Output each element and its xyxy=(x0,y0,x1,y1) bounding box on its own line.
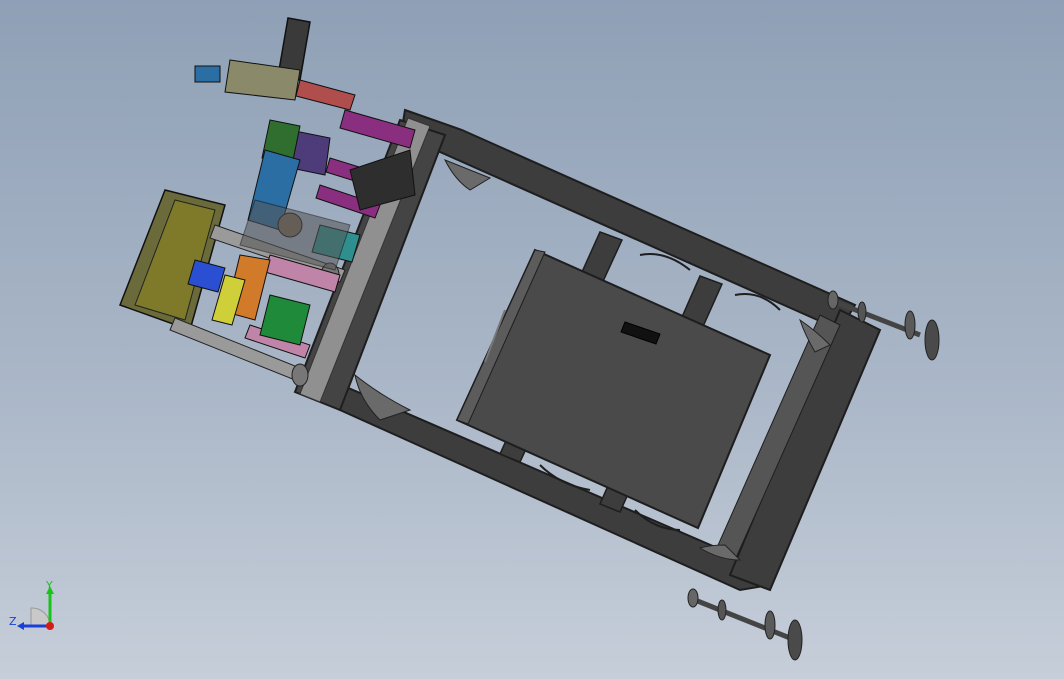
cad-viewport[interactable]: Y Z xyxy=(0,0,1064,679)
y-axis-label: Y xyxy=(45,579,53,592)
panel-face xyxy=(455,248,772,530)
orientation-triad[interactable]: Y Z xyxy=(6,578,66,638)
leveling-foot-bottom xyxy=(687,588,803,661)
center-panel xyxy=(455,248,772,530)
cylinder-end-2 xyxy=(291,363,309,387)
red-bracket xyxy=(295,79,356,111)
top-blue-block xyxy=(194,65,221,83)
z-axis-arrow xyxy=(17,622,24,630)
x-axis-dot xyxy=(46,622,54,630)
z-axis-label: Z xyxy=(9,615,17,628)
cad-model[interactable] xyxy=(0,0,1064,679)
